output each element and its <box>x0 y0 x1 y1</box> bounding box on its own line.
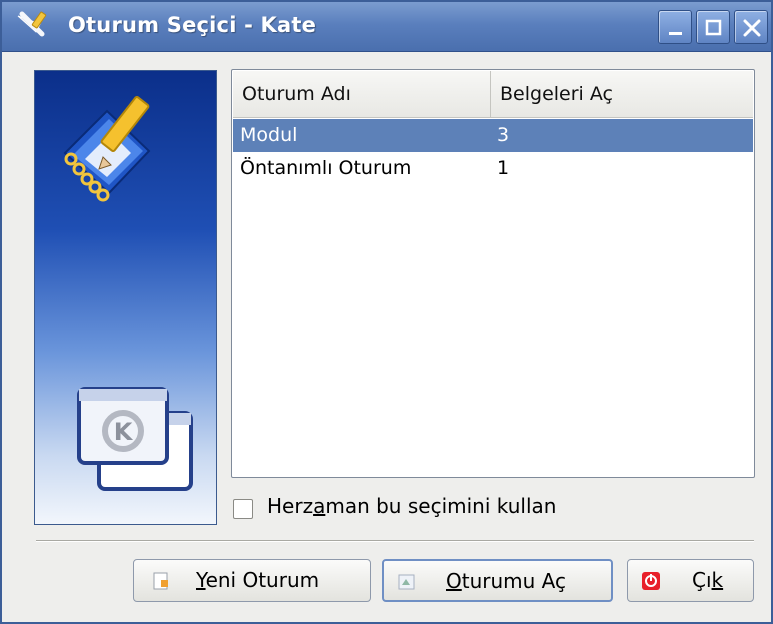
open-session-button[interactable]: Oturumu Aç <box>382 559 613 602</box>
quit-button[interactable]: Çık <box>627 559 754 602</box>
open-session-icon <box>398 574 415 590</box>
session-row-default[interactable]: Öntanımlı Oturum 1 <box>233 152 753 185</box>
session-document-count: 1 <box>497 157 510 179</box>
quit-label: Çık <box>692 568 724 592</box>
always-use-checkbox[interactable] <box>233 499 253 519</box>
maximize-button[interactable] <box>696 10 730 44</box>
minimize-icon <box>669 32 682 35</box>
svg-text:K: K <box>114 418 134 446</box>
kde-window-logo-icon: K <box>77 387 193 491</box>
new-session-button[interactable]: Yeni Oturum <box>133 559 371 602</box>
minimize-button[interactable] <box>658 10 692 44</box>
side-banner: K <box>34 70 217 525</box>
quit-icon <box>642 572 660 590</box>
kate-notebook-pencil-icon <box>63 96 151 202</box>
close-button[interactable] <box>734 10 768 44</box>
session-document-count: 3 <box>497 124 510 146</box>
session-name: Modul <box>240 124 298 146</box>
column-header-open-documents[interactable]: Belgeleri Aç <box>491 71 753 118</box>
maximize-icon <box>705 19 722 36</box>
title-bar[interactable]: Oturum Seçici - Kate <box>2 2 771 52</box>
close-icon <box>743 19 761 37</box>
list-header: Oturum Adı Belgeleri Aç <box>233 71 753 118</box>
column-header-session-name[interactable]: Oturum Adı <box>233 71 491 118</box>
session-row-modul[interactable]: Modul 3 <box>233 119 753 152</box>
session-name: Öntanımlı Oturum <box>240 157 412 179</box>
separator <box>36 540 754 542</box>
kate-app-icon <box>17 11 47 37</box>
new-session-label: Yeni Oturum <box>196 568 320 592</box>
session-chooser-window: Oturum Seçici - Kate K Oturum Adı Belgel… <box>0 0 773 624</box>
new-document-icon <box>153 572 168 590</box>
always-use-label[interactable]: Herzaman bu seçimini kullan <box>267 494 556 518</box>
open-session-label: Oturumu Aç <box>446 569 567 593</box>
sessions-list[interactable]: Oturum Adı Belgeleri Aç Modul 3 Öntanıml… <box>231 69 755 478</box>
window-title: Oturum Seçici - Kate <box>68 13 317 37</box>
